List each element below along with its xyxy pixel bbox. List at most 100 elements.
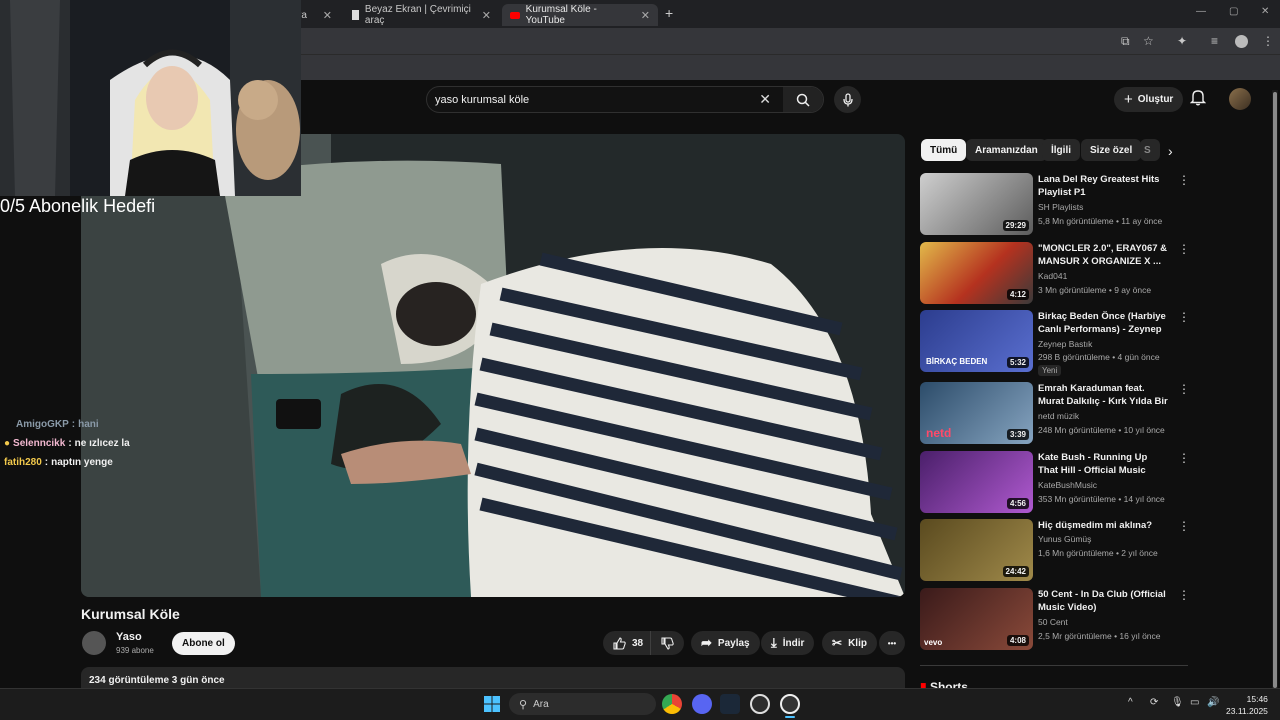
video-player[interactable] <box>81 134 905 597</box>
recommendation-channel[interactable]: KateBushMusic <box>1038 480 1097 490</box>
recommendation-channel[interactable]: Kad041 <box>1038 271 1067 281</box>
new-tab-button[interactable]: + <box>665 5 673 21</box>
hand-icon: ● <box>4 438 11 449</box>
search-input[interactable] <box>427 93 760 106</box>
recommendation-item[interactable]: 4:56 Kate Bush - Running Up That Hill - … <box>920 451 1190 513</box>
recommendation-title[interactable]: Kate Bush - Running Up That Hill - Offic… <box>1038 451 1168 477</box>
video-duration: 4:08 <box>1006 635 1029 646</box>
recommendation-item[interactable]: 24:42 Hiç düşmedim mi aklına? Yunus Gümü… <box>920 519 1190 581</box>
subscribe-button[interactable]: Abone ol <box>172 632 235 655</box>
create-button[interactable]: + Oluştur <box>1114 87 1184 112</box>
more-options-icon[interactable]: ⋮ <box>1178 310 1190 324</box>
recommendation-title[interactable]: Lana Del Rey Greatest Hits Playlist P1 <box>1038 173 1168 199</box>
recommendation-title[interactable]: Emrah Karaduman feat. Murat Dalkılıç - K… <box>1038 382 1168 408</box>
close-icon[interactable]: ✕ <box>641 9 650 22</box>
more-options-icon[interactable]: ⋮ <box>1178 173 1190 187</box>
profile-icon[interactable] <box>1235 35 1248 48</box>
chip-related[interactable]: İlgili <box>1042 139 1080 161</box>
app-icon[interactable] <box>780 694 800 714</box>
chat-text: hani <box>78 419 99 430</box>
menu-icon[interactable]: ⋮ <box>1262 34 1274 48</box>
windows-start-icon[interactable] <box>484 696 500 717</box>
recommendation-title[interactable]: Birkaç Beden Önce (Harbiye Canlı Perform… <box>1038 310 1168 336</box>
dislike-button[interactable] <box>650 631 684 655</box>
video-frame <box>81 134 905 597</box>
chip-all[interactable]: Tümü <box>921 139 967 161</box>
video-duration: 4:56 <box>1006 498 1029 509</box>
video-thumbnail[interactable]: BİRKAÇ BEDEN 5:32 <box>920 310 1033 372</box>
recommendation-item[interactable]: vevo 4:08 50 Cent - In Da Club (Official… <box>920 588 1190 650</box>
chevron-up-icon[interactable]: ^ <box>1128 697 1133 708</box>
webcam-overlay <box>0 0 301 196</box>
download-button[interactable]: ⤓ İndir <box>761 631 815 655</box>
recommendation-channel[interactable]: netd müzik <box>1038 411 1079 421</box>
chat-username: fatih280 <box>4 457 42 468</box>
more-options-icon[interactable]: ⋮ <box>1178 242 1190 256</box>
video-thumbnail[interactable]: 4:12 <box>920 242 1033 304</box>
volume-icon[interactable]: 🔊 <box>1207 697 1219 708</box>
video-thumbnail[interactable]: vevo 4:08 <box>920 588 1033 650</box>
window-close-icon[interactable]: ✕ <box>1261 6 1269 17</box>
maximize-icon[interactable]: ▢ <box>1229 6 1238 17</box>
chip-for-you[interactable]: Size özel <box>1081 139 1142 161</box>
chat-message: AmigoGKP : hani <box>4 419 99 430</box>
more-options-icon[interactable]: ⋮ <box>1178 588 1190 602</box>
star-icon[interactable]: ☆ <box>1143 34 1154 48</box>
more-options-icon[interactable]: ⋮ <box>1178 451 1190 465</box>
chrome-icon[interactable] <box>662 694 682 714</box>
clip-button[interactable]: ✂ Klip <box>822 631 877 655</box>
recommendation-item[interactable]: 29:29 Lana Del Rey Greatest Hits Playlis… <box>920 173 1190 235</box>
cast-icon[interactable]: ⧉ <box>1121 34 1130 49</box>
clear-search-icon[interactable]: ✕ <box>759 91 771 108</box>
like-button[interactable]: 38 <box>603 631 652 655</box>
account-avatar[interactable] <box>1229 88 1251 110</box>
search-button[interactable] <box>783 87 823 112</box>
recommendation-title[interactable]: Hiç düşmedim mi aklına? <box>1038 519 1168 532</box>
reading-list-icon[interactable]: ≡ <box>1211 34 1218 48</box>
video-thumbnail[interactable]: 4:56 <box>920 451 1033 513</box>
discord-icon[interactable] <box>692 694 712 714</box>
scrollbar-thumb[interactable] <box>1273 92 1277 688</box>
chevron-right-icon[interactable]: › <box>1168 143 1173 159</box>
recommendation-channel[interactable]: Yunus Gümüş <box>1038 534 1091 544</box>
system-clock[interactable]: 15:46 23.11.2025 <box>1226 693 1268 717</box>
more-options-icon[interactable]: ⋮ <box>1178 519 1190 533</box>
more-options-icon[interactable]: ⋮ <box>1178 382 1190 396</box>
recommendation-item[interactable]: 4:12 "MONCLER 2.0", ERAY067 & MANSUR X O… <box>920 242 1190 304</box>
chip-partial[interactable]: S <box>1140 139 1160 161</box>
close-icon[interactable]: ✕ <box>482 9 491 22</box>
recommendation-channel[interactable]: Zeynep Bastık <box>1038 339 1092 349</box>
video-thumbnail[interactable]: 29:29 <box>920 173 1033 235</box>
channel-avatar[interactable] <box>82 631 106 655</box>
close-icon[interactable]: ✕ <box>323 9 332 22</box>
share-button[interactable]: ➦ Paylaş <box>691 631 760 655</box>
taskbar-search[interactable]: ⚲ Ara <box>509 693 656 715</box>
network-icon[interactable]: ▭ <box>1190 697 1199 708</box>
chip-from-search[interactable]: Aramanızdan <box>966 139 1047 161</box>
recommendation-item[interactable]: BİRKAÇ BEDEN 5:32 Birkaç Beden Önce (Har… <box>920 310 1190 376</box>
steam-icon[interactable] <box>720 694 740 714</box>
obs-icon[interactable] <box>750 694 770 714</box>
recommendation-title[interactable]: "MONCLER 2.0", ERAY067 & MANSUR X ORGANI… <box>1038 242 1168 268</box>
video-thumbnail[interactable]: netd 3:39 <box>920 382 1033 444</box>
recommendation-channel[interactable]: 50 Cent <box>1038 617 1068 627</box>
active-app-indicator <box>785 716 795 718</box>
channel-name[interactable]: Yaso <box>116 631 142 643</box>
recommendation-channel[interactable]: SH Playlists <box>1038 202 1083 212</box>
notifications-button[interactable] <box>1189 88 1207 111</box>
new-badge: Yeni <box>1038 365 1062 376</box>
search-box[interactable]: ✕ <box>426 86 824 113</box>
minimize-icon[interactable]: — <box>1196 6 1206 17</box>
more-actions-button[interactable]: ••• <box>879 631 905 655</box>
video-duration: 5:32 <box>1006 357 1029 368</box>
voice-search-button[interactable] <box>834 86 861 113</box>
tab-3-active[interactable]: Kurumsal Köle - YouTube ✕ <box>502 4 658 26</box>
sync-icon[interactable]: ⟳ <box>1150 697 1158 708</box>
tab-2[interactable]: Beyaz Ekran | Çevrimiçi araç ✕ <box>344 4 499 26</box>
recommendation-title[interactable]: 50 Cent - In Da Club (Official Music Vid… <box>1038 588 1168 614</box>
like-count: 38 <box>632 637 644 649</box>
microphone-icon[interactable]: 🎙 <box>1171 697 1184 708</box>
extensions-icon[interactable]: ✦ <box>1177 34 1187 48</box>
recommendation-item[interactable]: netd 3:39 Emrah Karaduman feat. Murat Da… <box>920 382 1190 444</box>
video-thumbnail[interactable]: 24:42 <box>920 519 1033 581</box>
